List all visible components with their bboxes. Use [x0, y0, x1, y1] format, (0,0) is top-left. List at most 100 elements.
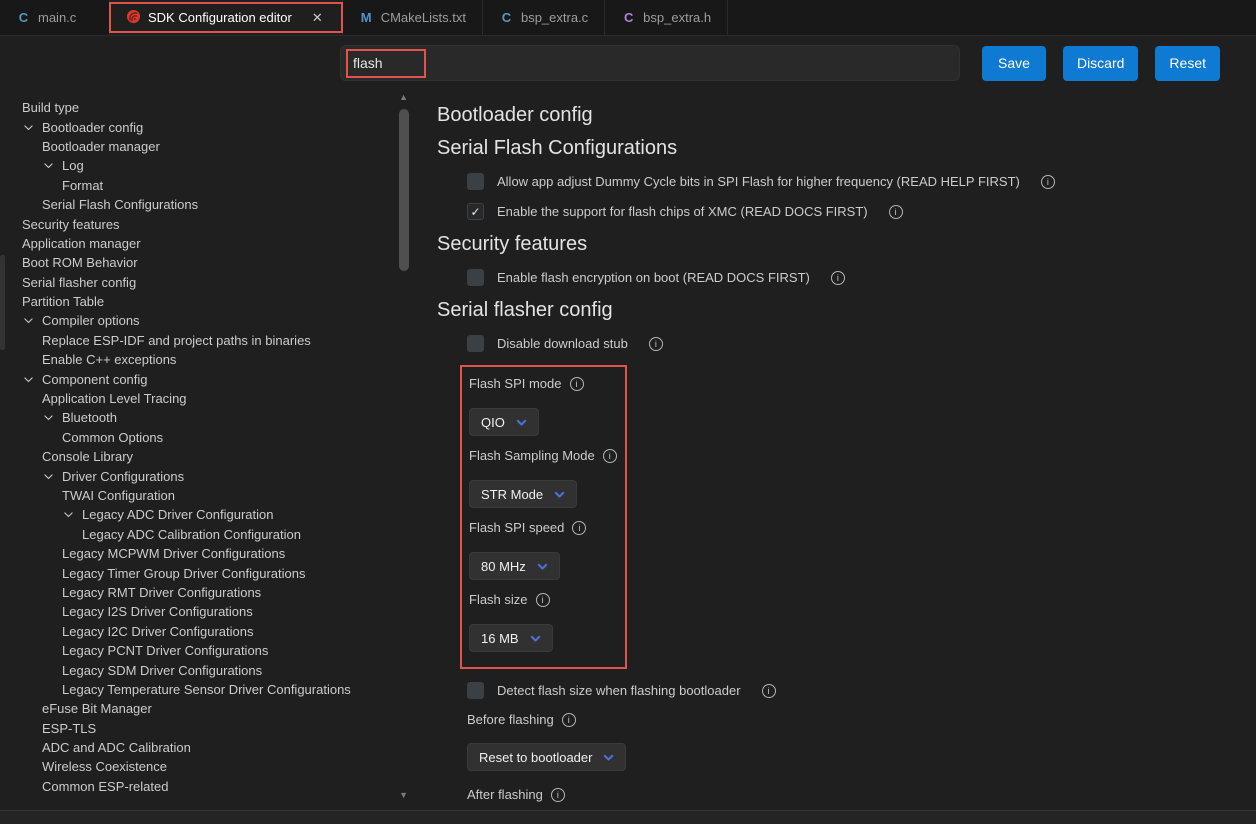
sidebar-scrollbar-thumb[interactable]	[399, 109, 409, 271]
sidebar-item-driver-configurations[interactable]: Driver Configurations	[0, 466, 410, 485]
select-value: Reset to bootloader	[479, 750, 592, 765]
sidebar-item-legacy-i2s-driver-configurations[interactable]: Legacy I2S Driver Configurations	[0, 602, 410, 621]
sidebar-item-label: Log	[62, 158, 84, 173]
checkbox-unchecked[interactable]	[467, 269, 484, 286]
chevron-down-icon	[42, 159, 62, 172]
section-heading-serial-flasher-config: Serial flasher config	[437, 299, 1236, 322]
checkbox-row: Enable flash encryption on boot (READ DO…	[467, 269, 1236, 286]
sidebar-item-replace-esp-idf-and-project-paths-in-binaries[interactable]: Replace ESP-IDF and project paths in bin…	[0, 331, 410, 350]
sidebar-item-legacy-temperature-sensor-driver-configurations[interactable]: Legacy Temperature Sensor Driver Configu…	[0, 680, 410, 699]
sidebar-item-twai-configuration[interactable]: TWAI Configuration	[0, 486, 410, 505]
flash-sampling-mode-select[interactable]: STR Mode	[469, 480, 577, 508]
info-icon[interactable]: i	[889, 205, 903, 219]
tab-label: SDK Configuration editor	[148, 10, 292, 25]
sidebar-item-security-features[interactable]: Security features	[0, 214, 410, 233]
chevron-down-icon	[22, 373, 42, 386]
sidebar-item-legacy-adc-driver-configuration[interactable]: Legacy ADC Driver Configuration	[0, 505, 410, 524]
sidebar-item-application-level-tracing[interactable]: Application Level Tracing	[0, 389, 410, 408]
chevron-down-icon	[42, 411, 62, 424]
checkbox-checked[interactable]: ✓	[467, 203, 484, 220]
chevron-down-icon	[602, 751, 615, 764]
tab-main-c[interactable]: Cmain.c	[0, 0, 110, 35]
sidebar-item-format[interactable]: Format	[0, 176, 410, 195]
select-value: 16 MB	[481, 631, 519, 646]
sidebar-item-serial-flasher-config[interactable]: Serial flasher config	[0, 273, 410, 292]
info-icon[interactable]: i	[762, 684, 776, 698]
setting-label-text: Flash Sampling Mode	[469, 448, 595, 463]
info-icon[interactable]: i	[1041, 175, 1055, 189]
checkbox-row: Disable download stubi	[467, 335, 1236, 352]
sidebar-item-legacy-pcnt-driver-configurations[interactable]: Legacy PCNT Driver Configurations	[0, 641, 410, 660]
flash-spi-mode-select[interactable]: QIO	[469, 408, 539, 436]
sidebar-item-compiler-options[interactable]: Compiler options	[0, 311, 410, 330]
sidebar-item-wireless-coexistence[interactable]: Wireless Coexistence	[0, 757, 410, 776]
sidebar-item-efuse-bit-manager[interactable]: eFuse Bit Manager	[0, 699, 410, 718]
save-button[interactable]: Save	[982, 46, 1046, 81]
bottom-strip	[0, 810, 1256, 824]
before-flashing-select[interactable]: Reset to bootloader	[467, 743, 626, 771]
sidebar-item-bootloader-config[interactable]: Bootloader config	[0, 117, 410, 136]
setting-label-text: Before flashing	[467, 712, 554, 727]
chevron-down-icon	[42, 470, 62, 483]
sidebar-item-label: Common Options	[62, 430, 163, 445]
sidebar-item-component-config[interactable]: Component config	[0, 369, 410, 388]
sidebar-item-build-type[interactable]: Build type	[0, 98, 410, 117]
tab-bsp-extra-h[interactable]: Cbsp_extra.h	[605, 0, 728, 35]
info-icon[interactable]: i	[649, 337, 663, 351]
flash-settings-group-annotated: Flash SPI modeiQIOFlash Sampling ModeiST…	[460, 365, 627, 669]
search-input[interactable]	[340, 45, 960, 81]
checkbox-label: Allow app adjust Dummy Cycle bits in SPI…	[497, 174, 1020, 189]
info-icon[interactable]: i	[570, 377, 584, 391]
sidebar-item-esp-tls[interactable]: ESP-TLS	[0, 719, 410, 738]
sidebar-item-label: Security features	[22, 217, 120, 232]
scroll-up-icon[interactable]: ▲	[399, 92, 408, 102]
info-icon[interactable]: i	[572, 521, 586, 535]
sidebar-item-serial-flash-configurations[interactable]: Serial Flash Configurations	[0, 195, 410, 214]
scroll-down-icon[interactable]: ▼	[399, 790, 408, 800]
checkbox-unchecked[interactable]	[467, 682, 484, 699]
checkbox-unchecked[interactable]	[467, 335, 484, 352]
sidebar-item-label: Driver Configurations	[62, 469, 184, 484]
sidebar-item-label: Serial flasher config	[22, 275, 136, 290]
sidebar-item-label: Bootloader manager	[42, 139, 160, 154]
sidebar-item-log[interactable]: Log	[0, 156, 410, 175]
sidebar-item-bluetooth[interactable]: Bluetooth	[0, 408, 410, 427]
sidebar-item-enable-c-exceptions[interactable]: Enable C++ exceptions	[0, 350, 410, 369]
sidebar-item-bootloader-manager[interactable]: Bootloader manager	[0, 137, 410, 156]
discard-button[interactable]: Discard	[1063, 46, 1138, 81]
sidebar-item-legacy-timer-group-driver-configurations[interactable]: Legacy Timer Group Driver Configurations	[0, 563, 410, 582]
sidebar-item-adc-and-adc-calibration[interactable]: ADC and ADC Calibration	[0, 738, 410, 757]
sidebar-item-common-options[interactable]: Common Options	[0, 428, 410, 447]
sidebar-item-legacy-sdm-driver-configurations[interactable]: Legacy SDM Driver Configurations	[0, 660, 410, 679]
c-file-icon: C	[499, 10, 514, 25]
info-icon[interactable]: i	[603, 449, 617, 463]
sidebar-item-legacy-mcpwm-driver-configurations[interactable]: Legacy MCPWM Driver Configurations	[0, 544, 410, 563]
tab-bsp-extra-c[interactable]: Cbsp_extra.c	[483, 0, 605, 35]
flash-spi-speed-select[interactable]: 80 MHz	[469, 552, 560, 580]
reset-button[interactable]: Reset	[1155, 46, 1220, 81]
sidebar-item-legacy-adc-calibration-configuration[interactable]: Legacy ADC Calibration Configuration	[0, 525, 410, 544]
tab-sdk-configuration-editor[interactable]: SDK Configuration editor ✕	[110, 0, 343, 35]
checkbox-unchecked[interactable]	[467, 173, 484, 190]
sidebar-item-label: Legacy RMT Driver Configurations	[62, 585, 261, 600]
sidebar-item-application-manager[interactable]: Application manager	[0, 234, 410, 253]
sidebar-item-console-library[interactable]: Console Library	[0, 447, 410, 466]
flash-size-select[interactable]: 16 MB	[469, 624, 553, 652]
info-icon[interactable]: i	[831, 271, 845, 285]
setting-label: Flash sizei	[469, 592, 619, 607]
checkbox-row: Allow app adjust Dummy Cycle bits in SPI…	[467, 173, 1236, 190]
tab-cmakelists-txt[interactable]: MCMakeLists.txt	[343, 0, 483, 35]
info-icon[interactable]: i	[536, 593, 550, 607]
sidebar-item-legacy-i2c-driver-configurations[interactable]: Legacy I2C Driver Configurations	[0, 622, 410, 641]
tab-label: bsp_extra.c	[521, 10, 588, 25]
sidebar-item-legacy-rmt-driver-configurations[interactable]: Legacy RMT Driver Configurations	[0, 583, 410, 602]
info-icon[interactable]: i	[562, 713, 576, 727]
sidebar-item-label: ADC and ADC Calibration	[42, 740, 191, 755]
close-icon[interactable]: ✕	[309, 9, 326, 27]
sidebar-item-common-esp-related[interactable]: Common ESP-related	[0, 777, 410, 796]
sidebar-item-label: Partition Table	[22, 294, 104, 309]
checkbox-label: Enable the support for flash chips of XM…	[497, 204, 868, 219]
sidebar-item-boot-rom-behavior[interactable]: Boot ROM Behavior	[0, 253, 410, 272]
info-icon[interactable]: i	[551, 788, 565, 802]
sidebar-item-partition-table[interactable]: Partition Table	[0, 292, 410, 311]
